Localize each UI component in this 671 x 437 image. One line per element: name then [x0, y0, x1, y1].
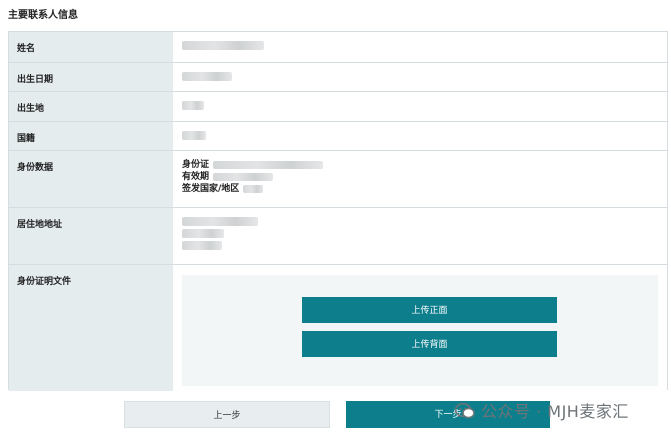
birth-place-label: 出生地 — [9, 92, 173, 121]
section-title: 主要联系人信息 — [8, 10, 78, 21]
redacted-birth-date — [182, 72, 232, 81]
nationality-value — [173, 122, 667, 150]
upload-front-button[interactable]: 上传正面 — [302, 297, 557, 323]
row-birth-place: 出生地 — [9, 91, 667, 121]
nationality-label: 国籍 — [9, 122, 173, 150]
address-value — [173, 208, 667, 264]
watermark: 公众号 · MJH麦家汇 — [454, 398, 629, 422]
name-label: 姓名 — [9, 32, 173, 62]
validity-label: 有效期 — [182, 172, 210, 182]
row-birth-date: 出生日期 — [9, 62, 667, 91]
redacted-nationality — [182, 131, 206, 140]
id-document-value: 上传正面 上传背面 — [173, 265, 667, 391]
redacted-address-line-2 — [182, 229, 224, 238]
redacted-birth-place — [182, 101, 204, 110]
id-document-label: 身份证明文件 — [9, 265, 173, 391]
id-data-value: 身份证 有效期 签发国家/地区 — [173, 151, 667, 207]
address-label: 居住地地址 — [9, 208, 173, 264]
prev-step-button[interactable]: 上一步 — [124, 401, 330, 428]
row-name: 姓名 — [9, 32, 667, 62]
redacted-id-number — [213, 160, 324, 169]
watermark-text: 公众号 · MJH麦家汇 — [481, 402, 629, 421]
upload-area: 上传正面 上传背面 — [182, 275, 658, 386]
id-number-label: 身份证 — [182, 160, 210, 170]
birth-place-value — [173, 92, 667, 121]
redacted-name — [182, 41, 264, 50]
redacted-address-line-3 — [182, 241, 222, 250]
row-address: 居住地地址 — [9, 207, 667, 264]
row-id-data: 身份数据 身份证 有效期 签发国家/地区 — [9, 150, 667, 207]
row-id-document: 身份证明文件 上传正面 上传背面 — [9, 264, 667, 391]
redacted-address-line-1 — [182, 217, 258, 226]
page: 主要联系人信息 姓名 出生日期 出生地 国籍 身份数据 身份证 有效期 签发国家… — [0, 0, 671, 437]
birth-date-label: 出生日期 — [9, 63, 173, 91]
upload-back-button[interactable]: 上传背面 — [302, 331, 557, 357]
id-number-line: 身份证 — [182, 159, 667, 171]
wechat-icon — [454, 403, 475, 419]
validity-line: 有效期 — [182, 171, 667, 183]
contact-info-table: 姓名 出生日期 出生地 国籍 身份数据 身份证 有效期 签发国家/地区 居住地地… — [8, 31, 668, 391]
row-nationality: 国籍 — [9, 121, 667, 150]
redacted-validity — [213, 172, 274, 181]
issuing-country-line: 签发国家/地区 — [182, 183, 667, 195]
birth-date-value — [173, 63, 667, 91]
id-data-label: 身份数据 — [9, 151, 173, 207]
redacted-issuing-country — [243, 184, 264, 193]
name-value — [173, 32, 667, 62]
issuing-country-label: 签发国家/地区 — [182, 184, 240, 194]
